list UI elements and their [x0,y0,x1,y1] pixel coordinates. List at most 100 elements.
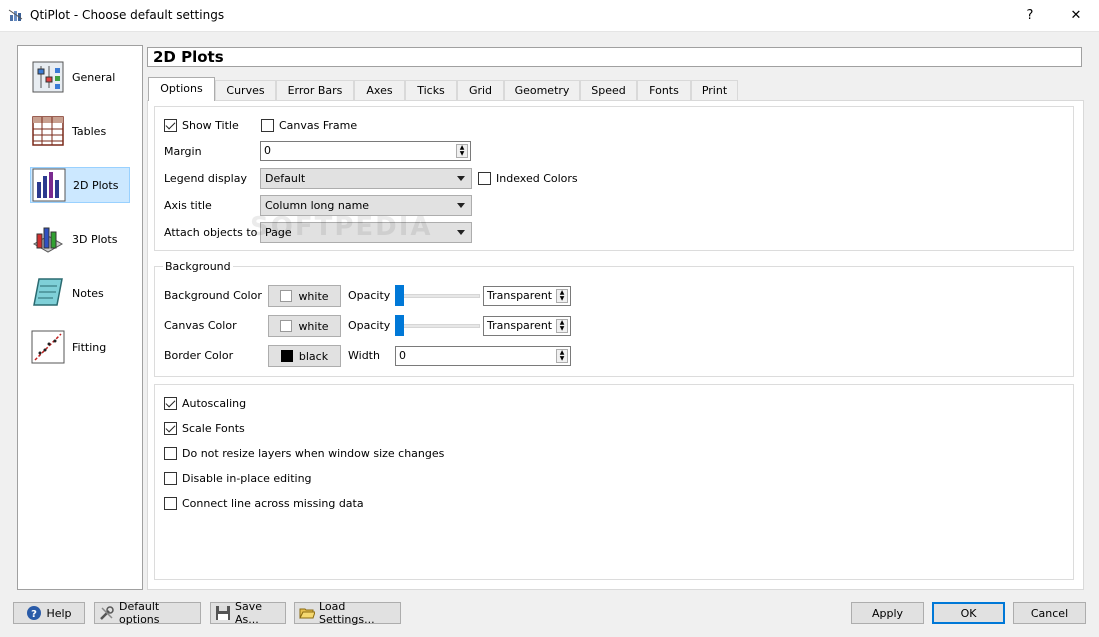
category-fitting[interactable]: Fitting [30,329,130,365]
spin-arrows-icon[interactable]: ▲ ▼ [556,349,568,363]
page-title: 2D Plots [147,47,1082,67]
tab-curves[interactable]: Curves [215,80,276,100]
spin-arrows-icon[interactable]: ▲ ▼ [556,289,568,303]
tab-axes[interactable]: Axes [354,80,405,100]
slider-thumb[interactable] [395,315,404,336]
bar-chart-3d-icon [32,227,64,253]
window-title: QtiPlot - Choose default settings [30,8,225,22]
autoscaling-label: Autoscaling [182,397,247,410]
svg-text:?: ? [32,609,38,620]
margin-spinbox[interactable]: 0 ▲ ▼ [260,141,471,161]
spin-arrows-icon[interactable]: ▲ ▼ [556,319,568,333]
tab-geometry[interactable]: Geometry [504,80,580,100]
width-label: Width [348,349,380,362]
background-group-title: Background [163,260,233,273]
category-label: 2D Plots [73,178,119,192]
indexed-colors-checkbox[interactable] [478,172,491,185]
no-resize-checkbox[interactable] [164,447,177,460]
scale-fonts-checkbox[interactable] [164,422,177,435]
background-opacity-spinbox[interactable]: Transparent ▲ ▼ [483,286,571,306]
slider-track [395,324,480,328]
category-label: General [72,70,116,84]
no-resize-label: Do not resize layers when window size ch… [182,447,445,460]
help-button[interactable]: ? Help [13,602,85,624]
legend-display-combo[interactable]: Default [260,168,472,189]
help-title-button[interactable]: ? [1007,0,1053,32]
tab-error-bars[interactable]: Error Bars [276,80,354,100]
color-name: white [298,319,329,333]
load-settings-button[interactable]: Load Settings... [294,600,401,626]
color-name: white [298,289,329,303]
category-general[interactable]: General [30,59,130,95]
canvas-color-button[interactable]: white [268,315,341,337]
width-value: 0 [399,349,406,362]
opacity-label: Opacity [348,319,391,332]
show-title-label: Show Title [182,119,239,132]
connect-missing-checkbox[interactable] [164,497,177,510]
close-window-button[interactable]: ✕ [1053,0,1099,32]
notes-icon [33,278,63,306]
margin-value: 0 [264,144,271,157]
open-folder-icon [299,608,315,619]
tab-fonts[interactable]: Fonts [637,80,691,100]
canvas-frame-label: Canvas Frame [279,119,358,132]
category-2d-plots[interactable]: 2D Plots [30,167,130,203]
save-icon [216,606,230,620]
category-3d-plots[interactable]: 3D Plots [30,221,130,257]
ok-button[interactable]: OK [932,602,1005,624]
fitting-icon [31,330,65,364]
category-label: Fitting [72,340,107,354]
autoscaling-checkbox[interactable] [164,397,177,410]
slider-thumb[interactable] [395,285,404,306]
watermark: SOFTPEDIA [250,212,433,242]
bar-chart-2d-icon [32,168,66,202]
qtiplot-app-icon [8,9,23,21]
border-color-button[interactable]: black [268,345,341,367]
slider-track [395,294,480,298]
category-tables[interactable]: Tables [30,113,130,149]
legend-display-label: Legend display [164,172,247,185]
background-opacity-slider[interactable] [395,285,480,307]
title-bar: QtiPlot - Choose default settings ? ✕ [0,0,1099,32]
opacity-label: Opacity [348,289,391,302]
category-label: Notes [72,286,104,300]
disable-inplace-checkbox[interactable] [164,472,177,485]
attach-objects-label: Attach objects to [164,226,258,239]
category-list: General Tables 2D Plots 3D Plots Notes F… [17,45,143,590]
default-options-label: Default options [119,600,160,626]
opacity-value: Transparent [487,289,553,302]
canvas-frame-checkbox[interactable] [261,119,274,132]
category-label: Tables [72,124,107,138]
tools-icon [100,606,114,620]
connect-missing-label: Connect line across missing data [182,497,364,510]
tab-print[interactable]: Print [691,80,738,100]
canvas-opacity-slider[interactable] [395,315,480,337]
save-as-button[interactable]: Save As... [210,600,286,626]
help-button-label: Help [46,606,72,620]
scale-fonts-label: Scale Fonts [182,422,245,435]
show-title-checkbox[interactable] [164,119,177,132]
tab-grid[interactable]: Grid [457,80,504,100]
border-width-spinbox[interactable]: 0 ▲ ▼ [395,346,571,366]
save-as-label: Save As... [235,600,263,626]
spin-arrows-icon[interactable]: ▲ ▼ [456,144,468,158]
table-icon [32,116,64,146]
canvas-opacity-spinbox[interactable]: Transparent ▲ ▼ [483,316,571,336]
color-name: black [298,349,329,363]
border-color-label: Border Color [164,349,234,362]
tab-ticks[interactable]: Ticks [405,80,457,100]
color-swatch [280,290,293,302]
background-color-button[interactable]: white [268,285,341,307]
tab-options[interactable]: Options [148,77,215,101]
indexed-colors-label: Indexed Colors [496,172,578,185]
default-options-button[interactable]: Default options [94,600,201,626]
help-icon: ? [27,606,42,620]
tab-speed[interactable]: Speed [580,80,637,100]
axis-title-label: Axis title [164,199,212,212]
apply-button[interactable]: Apply [851,602,924,624]
color-swatch [280,350,293,362]
opacity-value: Transparent [487,319,553,332]
cancel-button[interactable]: Cancel [1013,602,1086,624]
disable-inplace-label: Disable in-place editing [182,472,312,485]
category-notes[interactable]: Notes [30,275,130,311]
